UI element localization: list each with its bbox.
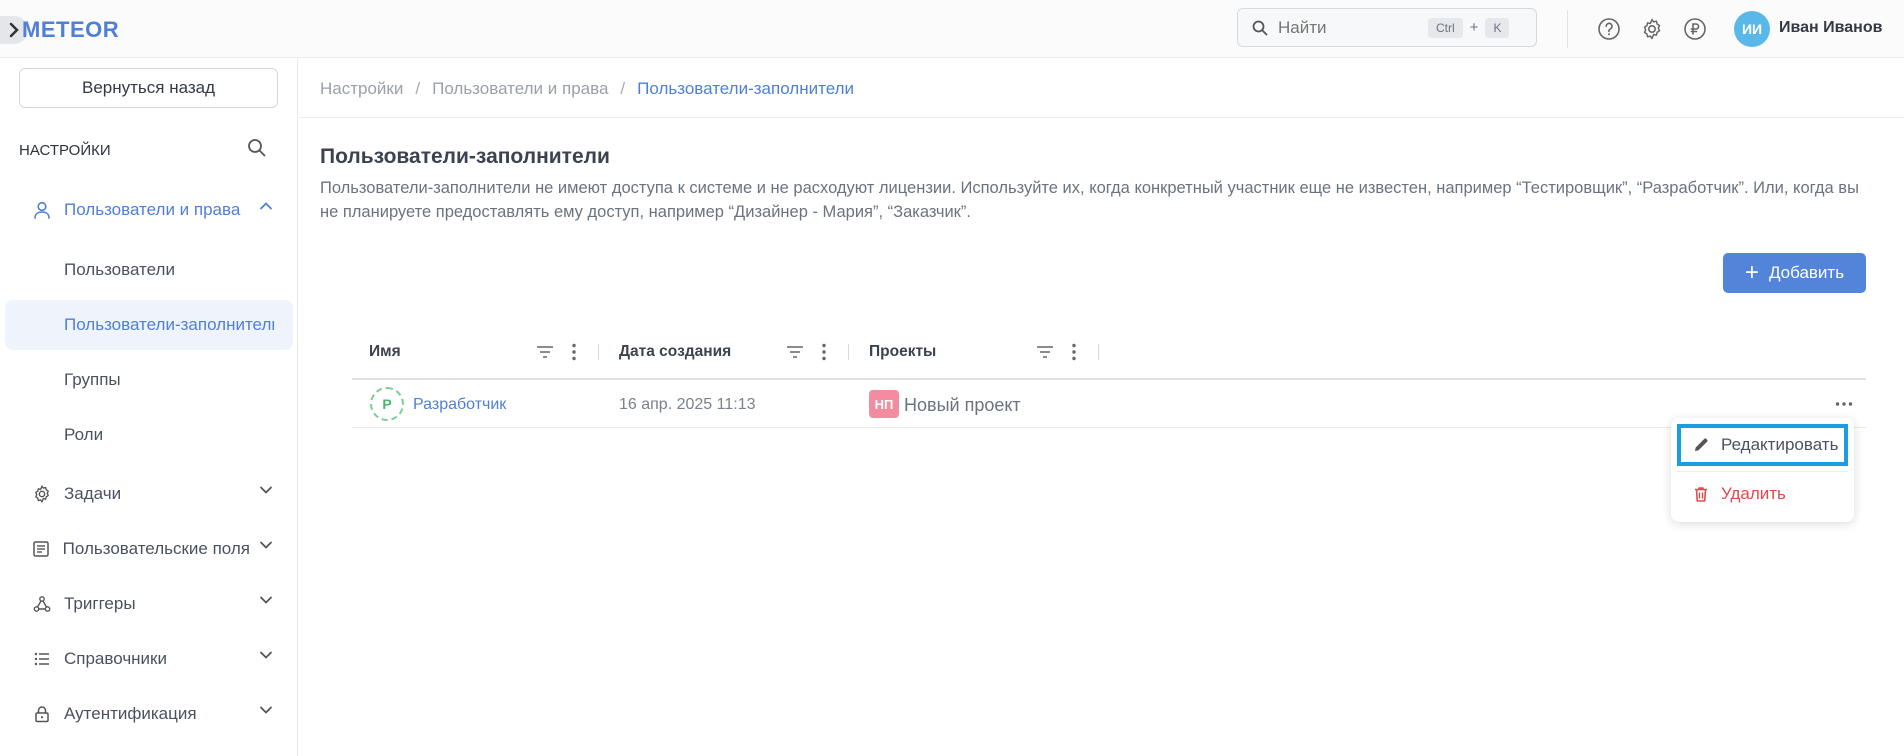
chevron-down-icon bbox=[258, 702, 274, 723]
sidebar-subitem-groups[interactable]: Группы bbox=[64, 370, 274, 392]
shortcut-plus: + bbox=[1469, 19, 1479, 36]
project-badge: НП bbox=[869, 390, 899, 418]
user-name[interactable]: Иван Иванов bbox=[1779, 19, 1882, 37]
sidebar-item-auth[interactable]: Аутентификация bbox=[30, 694, 280, 734]
search-input[interactable] bbox=[1278, 17, 1428, 38]
sidebar-item-users-rights[interactable]: Пользователи и права bbox=[30, 190, 280, 230]
global-search[interactable]: Ctrl + K bbox=[1237, 8, 1537, 47]
column-header-date[interactable]: Дата создания bbox=[619, 343, 731, 361]
pencil-icon bbox=[1691, 435, 1711, 455]
shortcut-key: K bbox=[1485, 17, 1510, 38]
column-header-name[interactable]: Имя bbox=[369, 343, 401, 361]
chevron-down-icon bbox=[258, 537, 274, 558]
table-header-divider bbox=[352, 378, 1866, 380]
column-menu-icon[interactable] bbox=[814, 341, 834, 363]
chevron-right-icon bbox=[9, 22, 19, 38]
page-description: Пользователи-заполнители не имеют доступ… bbox=[320, 179, 1859, 221]
table-row-divider bbox=[352, 427, 1866, 428]
app-logo[interactable]: METEOR bbox=[22, 17, 119, 43]
main-divider bbox=[299, 117, 1904, 118]
sidebar-item-triggers[interactable]: Триггеры bbox=[30, 584, 280, 624]
plus-icon: + bbox=[1744, 259, 1759, 286]
delete-menu-label: Удалить bbox=[1721, 484, 1786, 503]
trigger-icon bbox=[30, 592, 54, 616]
sidebar-item-label: Пользователи и права bbox=[64, 200, 241, 219]
more-actions-icon[interactable] bbox=[1832, 394, 1856, 414]
sidebar-item-dictionaries[interactable]: Справочники bbox=[30, 639, 280, 679]
form-icon bbox=[30, 537, 53, 561]
header-divider bbox=[1567, 10, 1568, 48]
column-header-projects[interactable]: Проекты bbox=[869, 343, 936, 361]
ruble-icon[interactable] bbox=[1683, 17, 1707, 41]
sidebar-item-label: Аутентификация bbox=[64, 704, 197, 723]
placeholder-avatar: Р bbox=[370, 387, 404, 421]
sidebar-item-label: Задачи bbox=[64, 484, 122, 503]
page-title: Пользователи-заполнители bbox=[320, 145, 610, 168]
lock-icon bbox=[30, 702, 54, 726]
column-separator[interactable] bbox=[1098, 344, 1099, 360]
trash-icon bbox=[1691, 484, 1711, 504]
breadcrumb-users-rights[interactable]: Пользователи и права bbox=[432, 79, 608, 99]
filter-icon[interactable] bbox=[535, 341, 555, 363]
chevron-down-icon bbox=[258, 592, 274, 613]
add-button-label: Добавить bbox=[1768, 263, 1845, 282]
gear-icon[interactable] bbox=[1640, 17, 1664, 41]
row-project-name[interactable]: Новый проект bbox=[904, 395, 1021, 416]
menu-divider bbox=[1677, 471, 1848, 472]
delete-menu-item[interactable]: Удалить bbox=[1677, 473, 1848, 515]
row-context-menu: Редактировать Удалить bbox=[1671, 418, 1854, 522]
help-icon[interactable] bbox=[1597, 17, 1621, 41]
search-icon[interactable] bbox=[247, 138, 267, 163]
back-button[interactable]: Вернуться назад bbox=[19, 68, 278, 108]
chevron-down-icon bbox=[258, 482, 274, 503]
edit-menu-item[interactable]: Редактировать bbox=[1677, 424, 1848, 466]
filter-icon[interactable] bbox=[1035, 341, 1055, 363]
column-menu-icon[interactable] bbox=[1064, 341, 1084, 363]
column-separator[interactable] bbox=[598, 344, 599, 360]
chevron-up-icon bbox=[258, 198, 274, 219]
gear-icon bbox=[30, 482, 54, 506]
breadcrumb-separator: / bbox=[620, 79, 626, 98]
search-icon bbox=[1252, 20, 1268, 35]
breadcrumb-separator: / bbox=[415, 79, 421, 98]
add-button[interactable]: + Добавить bbox=[1723, 253, 1866, 293]
breadcrumb-current: Пользователи-заполнители bbox=[637, 79, 854, 98]
sidebar-subitem-placeholders[interactable]: Пользователи-заполнители bbox=[64, 315, 274, 337]
column-separator[interactable] bbox=[848, 344, 849, 360]
filter-icon[interactable] bbox=[785, 341, 805, 363]
edit-menu-label: Редактировать bbox=[1721, 435, 1839, 454]
user-avatar[interactable]: ИИ bbox=[1734, 11, 1770, 47]
chevron-down-icon bbox=[258, 647, 274, 668]
sidebar-subitem-users[interactable]: Пользователи bbox=[64, 260, 274, 282]
sidebar-subitem-roles[interactable]: Роли bbox=[64, 425, 274, 447]
user-icon bbox=[30, 198, 54, 222]
list-icon bbox=[30, 647, 54, 671]
breadcrumb-settings[interactable]: Настройки bbox=[320, 79, 403, 99]
breadcrumb: Настройки / Пользователи и права / Польз… bbox=[320, 79, 854, 99]
column-menu-icon[interactable] bbox=[564, 341, 584, 363]
sidebar-item-tasks[interactable]: Задачи bbox=[30, 474, 280, 514]
row-user-name[interactable]: Разработчик bbox=[413, 396, 506, 414]
shortcut-ctrl: Ctrl bbox=[1428, 17, 1463, 38]
sidebar-item-label: Справочники bbox=[64, 649, 167, 668]
sidebar-item-label: Триггеры bbox=[64, 594, 136, 613]
settings-sidebar: Вернуться назад НАСТРОЙКИ Пользователи и… bbox=[0, 58, 298, 756]
sidebar-item-label: Пользовательские поля bbox=[62, 539, 250, 558]
row-created-date: 16 апр. 2025 11:13 bbox=[619, 396, 756, 413]
top-bar: METEOR Ctrl + K ИИ Иван Иванов bbox=[0, 0, 1904, 58]
sidebar-title: НАСТРОЙКИ bbox=[19, 142, 111, 159]
sidebar-item-custom-fields[interactable]: Пользовательские поля bbox=[30, 529, 250, 569]
